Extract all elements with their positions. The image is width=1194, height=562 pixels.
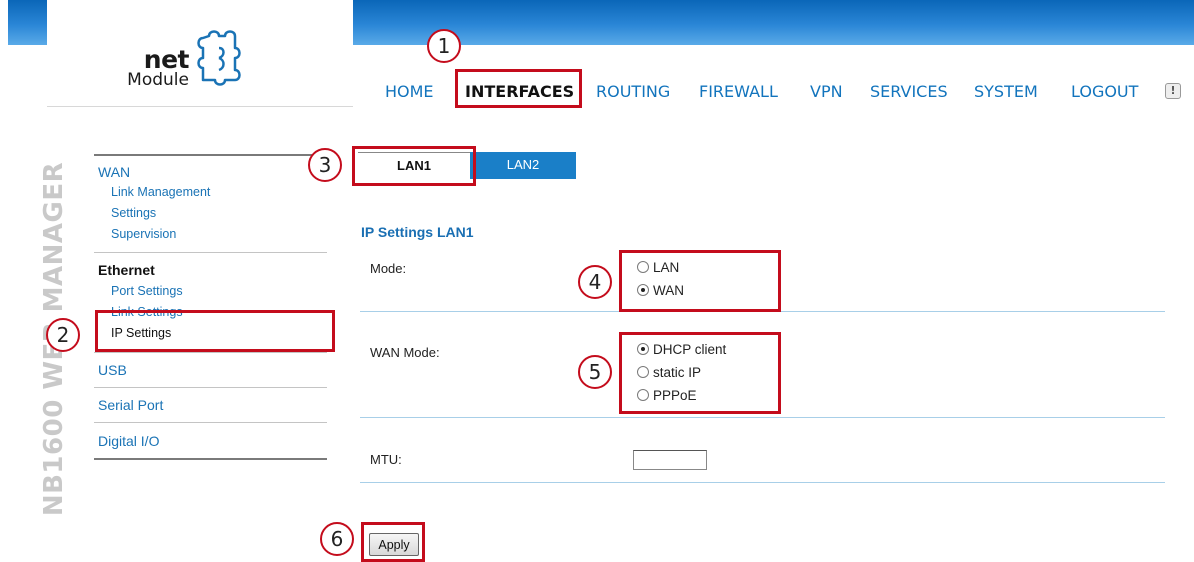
- callout-box-apply: [361, 522, 425, 562]
- logo-net: net: [143, 45, 190, 74]
- nav-system[interactable]: SYSTEM: [974, 78, 1038, 106]
- sidebar-item-supervision[interactable]: Supervision: [111, 227, 176, 241]
- callout-number-3: 3: [308, 148, 342, 182]
- exclamation-icon[interactable]: !: [1165, 83, 1181, 99]
- wan-mode-label: WAN Mode:: [370, 345, 440, 360]
- form-divider: [360, 482, 1165, 483]
- nav-services[interactable]: SERVICES: [870, 78, 948, 106]
- sidebar-divider: [94, 154, 327, 156]
- callout-number-5: 5: [578, 355, 612, 389]
- callout-box-lan1: [352, 146, 476, 186]
- sidebar-item-digital-io[interactable]: Digital I/O: [98, 433, 159, 449]
- sidebar-item-wan[interactable]: WAN: [98, 164, 130, 180]
- callout-box-wan-mode: [619, 332, 781, 414]
- tab-lan2[interactable]: LAN2: [470, 152, 576, 179]
- mtu-input[interactable]: [633, 450, 707, 470]
- callout-number-4: 4: [578, 265, 612, 299]
- sidebar-divider: [94, 252, 327, 253]
- sidebar-item-usb[interactable]: USB: [98, 362, 127, 378]
- sidebar-divider: [94, 422, 327, 423]
- callout-number-2: 2: [46, 318, 80, 352]
- sidebar-divider: [94, 352, 327, 353]
- callout-number-1: 1: [427, 29, 461, 63]
- main-nav: HOME INTERFACES ROUTING FIREWALL VPN SER…: [0, 78, 1194, 108]
- sidebar-divider: [94, 458, 327, 460]
- sidebar-item-serial-port[interactable]: Serial Port: [98, 397, 163, 413]
- callout-box-ip-settings: [95, 310, 335, 352]
- sidebar-divider: [94, 387, 327, 388]
- mtu-label: MTU:: [370, 452, 402, 467]
- nav-logout[interactable]: LOGOUT: [1071, 78, 1138, 106]
- section-title: IP Settings LAN1: [361, 224, 474, 240]
- callout-box-mode: [619, 250, 781, 312]
- nav-firewall[interactable]: FIREWALL: [699, 78, 778, 106]
- nav-vpn[interactable]: VPN: [810, 78, 843, 106]
- form-divider: [360, 417, 1165, 418]
- sidebar-item-ethernet[interactable]: Ethernet: [98, 262, 155, 278]
- sidebar-item-wan-settings[interactable]: Settings: [111, 206, 156, 220]
- nav-routing[interactable]: ROUTING: [596, 78, 670, 106]
- sidebar-item-port-settings[interactable]: Port Settings: [111, 284, 183, 298]
- callout-box-interfaces: [455, 69, 582, 108]
- nav-home[interactable]: HOME: [385, 78, 434, 106]
- sidebar-item-link-management[interactable]: Link Management: [111, 185, 210, 199]
- callout-number-6: 6: [320, 522, 354, 556]
- mode-label: Mode:: [370, 261, 407, 276]
